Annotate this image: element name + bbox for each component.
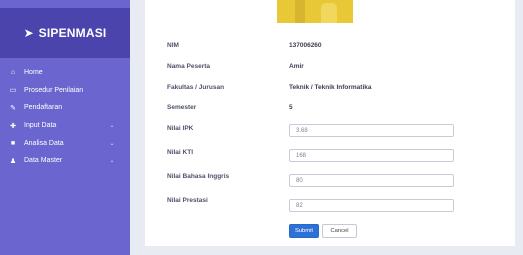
sidebar-item-label: Input Data	[24, 122, 57, 130]
nilai-bahasa-inggris-input[interactable]: 80	[289, 174, 454, 187]
sidebar: ➤ SIPENMASI ⌂ Home ▭ Prosedur Penilaian …	[0, 0, 130, 255]
nilai-ipk-label: Nilai IPK	[167, 125, 194, 132]
rocket-icon: ➤	[23, 26, 34, 40]
nilai-kti-input[interactable]: 168	[289, 149, 454, 162]
fakultas-jurusan-value: Teknik / Teknik Informatika	[289, 84, 372, 91]
semester-label: Semester	[167, 104, 197, 111]
sidebar-item-pendaftaran[interactable]: ✎ Pendaftaran	[0, 99, 130, 117]
nilai-ipk-input[interactable]: 3.68	[289, 124, 454, 137]
brand-logo[interactable]: ➤ SIPENMASI	[0, 8, 130, 58]
form-panel: NIM 137006260 Nama Peserta Amir Fakultas…	[145, 0, 515, 246]
sidebar-item-input-data[interactable]: ✚ Input Data ⌄	[0, 117, 130, 135]
inbox-icon: ▭	[9, 87, 17, 95]
chevron-down-icon: ⌄	[109, 158, 115, 165]
sidebar-item-analisa-data[interactable]: ■ Analisa Data ⌄	[0, 134, 130, 152]
chevron-down-icon: ⌄	[109, 123, 115, 130]
nim-label: NIM	[167, 42, 179, 49]
semester-value: 5	[289, 104, 293, 111]
sidebar-item-label: Pendaftaran	[24, 104, 63, 112]
sidebar-item-prosedur-penilaian[interactable]: ▭ Prosedur Penilaian	[0, 82, 130, 100]
main-content: NIM 137006260 Nama Peserta Amir Fakultas…	[130, 0, 523, 255]
sidebar-item-home[interactable]: ⌂ Home	[0, 64, 130, 82]
home-icon: ⌂	[10, 69, 16, 77]
sidebar-item-label: Prosedur Penilaian	[24, 86, 84, 94]
sidebar-item-data-master[interactable]: ♟ Data Master ⌄	[0, 152, 130, 170]
nilai-bahasa-inggris-label: Nilai Bahasa Inggris	[167, 173, 230, 180]
participant-photo	[277, 0, 353, 23]
fakultas-jurusan-label: Fakultas / Jurusan	[167, 84, 225, 91]
sidebar-item-label: Home	[24, 69, 43, 77]
chevron-down-icon: ⌄	[109, 140, 115, 147]
plus-icon: ✚	[10, 122, 16, 130]
nim-value: 137006260	[289, 42, 322, 49]
sidebar-item-label: Data Master	[24, 157, 63, 165]
nama-peserta-value: Amir	[289, 63, 304, 70]
nilai-prestasi-label: Nilai Prestasi	[167, 197, 208, 204]
table-icon: ■	[10, 139, 16, 147]
user-icon: ♟	[9, 157, 17, 165]
pencil-icon: ✎	[10, 104, 16, 112]
nilai-kti-label: Nilai KTI	[167, 149, 194, 156]
sidebar-item-label: Analisa Data	[24, 139, 64, 147]
nilai-prestasi-input[interactable]: 82	[289, 199, 454, 212]
brand-title: SIPENMASI	[38, 26, 107, 40]
nama-peserta-label: Nama Peserta	[167, 63, 210, 70]
cancel-button[interactable]: Cancel	[322, 224, 357, 238]
submit-button[interactable]: Submit	[289, 224, 319, 238]
sidebar-nav: ⌂ Home ▭ Prosedur Penilaian ✎ Pendaftara…	[0, 64, 130, 170]
